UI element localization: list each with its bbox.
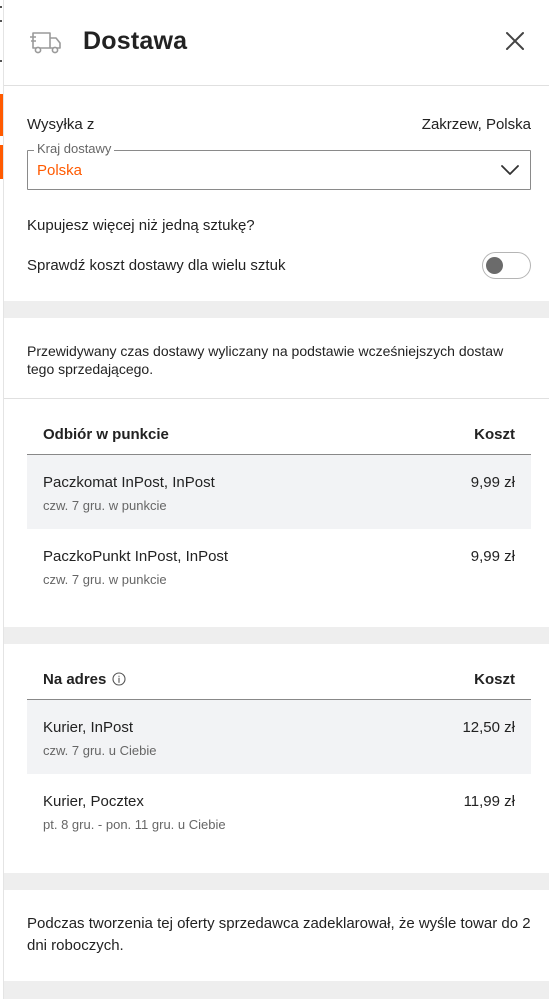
table-header: Na adres Koszt	[27, 658, 531, 700]
page: Dostawa Wysyłka z Zakrzew, Polska Kraj d…	[0, 0, 549, 999]
delivery-method-name: Kurier, Pocztex	[43, 793, 144, 810]
section-divider	[4, 873, 549, 890]
table-row: Paczkomat InPost, InPost czw. 7 gru. w p…	[27, 455, 531, 529]
cost-header: Koszt	[474, 671, 515, 688]
delivery-date: czw. 7 gru. w punkcie	[43, 498, 167, 513]
delivery-price: 11,99 zł	[463, 793, 515, 810]
pickup-header: Odbiór w punkcie	[43, 426, 169, 443]
info-icon[interactable]	[112, 672, 126, 686]
address-header-label: Na adres	[43, 671, 107, 688]
section-divider	[4, 981, 549, 999]
delivery-method-name: PaczkoPunkt InPost, InPost	[43, 548, 229, 565]
delivery-estimate-note: Przewidywany czas dostawy wyliczany na p…	[27, 343, 504, 377]
modal-header: Dostawa	[4, 0, 549, 86]
divider	[4, 398, 549, 399]
multi-item-toggle[interactable]	[482, 252, 531, 279]
delivery-price: 12,50 zł	[462, 719, 515, 736]
delivery-method-name: Kurier, InPost	[43, 719, 134, 736]
address-delivery-table: Na adres Koszt Kurier, InPost czw. 7 gru…	[27, 658, 531, 848]
delivery-modal: Dostawa Wysyłka z Zakrzew, Polska Kraj d…	[4, 0, 549, 999]
table-row: Kurier, InPost czw. 7 gru. u Ciebie 12,5…	[27, 700, 531, 774]
shipping-from-row: Wysyłka z Zakrzew, Polska	[27, 116, 531, 136]
address-header: Na adres	[43, 671, 126, 688]
section-divider	[4, 627, 549, 644]
seller-dispatch-note: Podczas tworzenia tej oferty sprzedawca …	[27, 915, 531, 954]
toggle-knob	[486, 257, 503, 274]
delivery-method-name: Paczkomat InPost, InPost	[43, 474, 215, 491]
truck-icon	[30, 32, 61, 54]
multi-item-question: Kupujesz więcej niż jedną sztukę?	[27, 217, 255, 234]
delivery-date: pt. 8 gru. - pon. 11 gru. u Ciebie	[43, 817, 226, 832]
table-row: Kurier, Pocztex pt. 8 gru. - pon. 11 gru…	[27, 774, 531, 848]
multi-item-toggle-label: Sprawdź koszt dostawy dla wielu sztuk	[27, 257, 286, 274]
table-row: PaczkoPunkt InPost, InPost czw. 7 gru. w…	[27, 529, 531, 603]
background-text-fragment	[0, 20, 2, 22]
pickup-delivery-table: Odbiór w punkcie Koszt Paczkomat InPost,…	[27, 413, 531, 603]
shipping-from-label: Wysyłka z	[27, 116, 95, 133]
background-text-fragment	[0, 60, 2, 62]
close-icon[interactable]	[501, 27, 529, 55]
delivery-date: czw. 7 gru. u Ciebie	[43, 743, 157, 758]
table-header: Odbiór w punkcie Koszt	[27, 413, 531, 455]
section-divider	[4, 301, 549, 318]
background-text-fragment	[0, 6, 2, 8]
delivery-price: 9,99 zł	[470, 474, 515, 491]
delivery-date: czw. 7 gru. w punkcie	[43, 572, 167, 587]
delivery-price: 9,99 zł	[470, 548, 515, 565]
shipping-from-value: Zakrzew, Polska	[421, 116, 531, 133]
modal-title: Dostawa	[83, 27, 188, 55]
cost-header: Koszt	[474, 426, 515, 443]
country-select-value: Polska	[37, 162, 83, 179]
country-select[interactable]: Kraj dostawy Polska	[27, 141, 531, 190]
country-select-label: Kraj dostawy	[34, 141, 115, 156]
chevron-down-icon	[501, 165, 519, 175]
